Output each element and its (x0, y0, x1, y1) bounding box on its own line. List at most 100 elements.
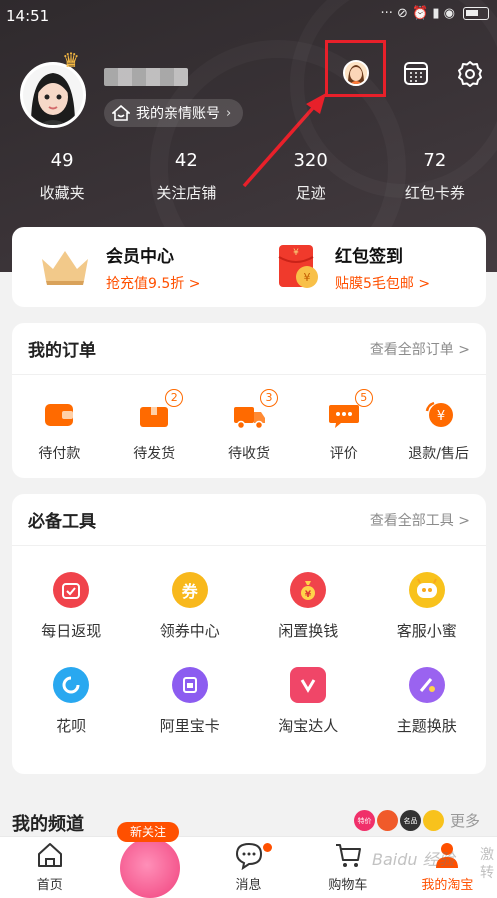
svg-text:¥: ¥ (293, 248, 299, 258)
avatar-face-icon (23, 65, 83, 125)
tool-label: 淘宝达人 (278, 717, 339, 735)
tab-label: 首页 (36, 878, 63, 893)
tool-theme-skin[interactable]: 主题换肤 (368, 667, 487, 736)
tool-huabei[interactable]: 花呗 (12, 667, 131, 736)
tools-card: 必备工具 查看全部工具 > 每日返现 券 领券中心 ¥ 闲置换钱 客服小蜜 花呗… (12, 494, 486, 774)
status-time: 14:51 (6, 7, 50, 25)
signin-title: 红包签到 (335, 246, 403, 267)
tool-label: 主题换肤 (396, 717, 457, 735)
signin-sub: 贴膜5毛包邮 > (335, 275, 431, 292)
message-icon (235, 842, 262, 870)
tool-customer-service[interactable]: 客服小蜜 (368, 572, 487, 641)
channel-badge-sale[interactable]: 特价 (354, 810, 375, 831)
tool-label: 闲置换钱 (278, 622, 339, 640)
member-center-entry[interactable]: 会员中心 抢充值9.5折 > (12, 242, 249, 293)
tool-idle-trade[interactable]: ¥ 闲置换钱 (249, 572, 368, 641)
robot-icon (408, 572, 445, 608)
tool-daily-cashback[interactable]: 每日返现 (12, 572, 131, 641)
stat-value: 49 (50, 150, 74, 171)
order-pending-ship[interactable]: 2 待发货 (107, 389, 202, 463)
badge-count: 3 (259, 389, 278, 407)
account-switch-button[interactable] (338, 55, 374, 91)
crown-icon (42, 251, 88, 285)
stat-footprints[interactable]: 320 足迹 (249, 150, 373, 203)
home-icon (37, 843, 62, 867)
tool-label: 阿里宝卡 (159, 717, 220, 735)
channel-badge-bag-icon[interactable] (423, 810, 444, 831)
order-label: 待收货 (227, 446, 270, 462)
calendar-icon (404, 62, 428, 85)
stat-favorites[interactable]: 49 收藏夹 (0, 150, 124, 203)
order-label: 待发货 (133, 446, 176, 462)
orders-title: 我的订单 (28, 341, 96, 361)
cart-icon (335, 844, 361, 867)
svg-text:¥: ¥ (436, 409, 444, 424)
tab-messages[interactable]: 消息 (199, 837, 298, 898)
tab-label: 消息 (235, 878, 262, 893)
sim-card-icon (171, 667, 208, 703)
tool-taobao-daren[interactable]: 淘宝达人 (249, 667, 368, 736)
tool-label: 客服小蜜 (396, 622, 457, 640)
order-status-row: 待付款 2 待发货 3 待收货 5 评价 ¥ 退款/售后 (12, 375, 486, 463)
account-switch-icon (343, 60, 369, 86)
stats-row: 49 收藏夹 42 关注店铺 320 足迹 72 红包卡券 (0, 150, 497, 203)
order-label: 退款/售后 (408, 446, 469, 462)
order-pending-receive[interactable]: 3 待收货 (202, 389, 297, 463)
tool-label: 每日返现 (41, 622, 102, 640)
order-pending-payment[interactable]: 待付款 (12, 399, 107, 463)
username-redacted (104, 68, 188, 86)
tab-home[interactable]: 首页 (0, 837, 99, 898)
package-icon (140, 407, 169, 427)
annotation-highlight-box (325, 40, 386, 97)
channel-title: 我的频道 (12, 814, 84, 835)
stat-label: 足迹 (295, 184, 326, 202)
channel-badges: 特价 名品 (354, 810, 444, 831)
badge-count: 5 (354, 389, 373, 407)
signin-entry[interactable]: ¥ ¥ 红包签到 贴膜5毛包邮 > (249, 242, 486, 293)
tab-label: 购物车 (328, 878, 368, 893)
huabei-icon (53, 667, 90, 703)
tools-header: 必备工具 查看全部工具 > (12, 494, 486, 546)
badge-count: 2 (165, 389, 184, 407)
stat-label: 关注店铺 (156, 184, 217, 202)
view-all-tools-link[interactable]: 查看全部工具 > (370, 510, 470, 530)
status-icons: ··· ⊘ ⏰ ▮ ◉ (380, 6, 489, 21)
orders-card: 我的订单 查看全部订单 > 待付款 2 待发货 3 待收货 5 评价 ¥ 退款/… (12, 323, 486, 478)
stat-followed-shops[interactable]: 42 关注店铺 (124, 150, 248, 203)
order-review[interactable]: 5 评价 (296, 389, 391, 463)
member-center-title: 会员中心 (106, 246, 174, 267)
tools-title: 必备工具 (28, 512, 96, 532)
stat-coupons[interactable]: 72 红包卡券 (373, 150, 497, 203)
coupon-icon: 券 (171, 572, 208, 608)
svg-text:¥: ¥ (304, 271, 311, 284)
view-all-orders-link[interactable]: 查看全部订单 > (370, 339, 470, 359)
mini-face-icon (345, 62, 367, 84)
comment-icon (328, 405, 359, 428)
tool-grid: 每日返现 券 领券中心 ¥ 闲置换钱 客服小蜜 花呗 阿里宝卡 淘宝达人 主题换… (12, 546, 486, 736)
tool-ali-card[interactable]: 阿里宝卡 (131, 667, 250, 736)
battery-icon (463, 7, 489, 20)
settings-button[interactable] (452, 55, 488, 91)
new-follow-tag[interactable]: 新关注 (117, 822, 179, 842)
family-account-label: 我的亲情账号 (136, 106, 220, 122)
stat-value: 42 (174, 150, 198, 171)
tool-label: 领券中心 (159, 622, 220, 640)
tool-coupon-center[interactable]: 券 领券中心 (131, 572, 250, 641)
wallet-icon (45, 404, 74, 426)
stat-value: 320 (293, 150, 328, 171)
order-refund[interactable]: ¥ 退款/售后 (391, 399, 486, 463)
palette-icon (408, 667, 445, 703)
order-label: 待付款 (38, 446, 81, 462)
live-avatar-redacted[interactable] (120, 838, 180, 898)
channel-badge-shop-icon[interactable] (377, 810, 398, 831)
tool-label: 花呗 (56, 717, 87, 735)
checkmark-v-icon (290, 667, 327, 703)
crown-icon: ♛ (62, 48, 80, 72)
red-envelope-icon: ¥ ¥ (278, 245, 318, 288)
order-label: 评价 (329, 446, 358, 462)
family-account-button[interactable]: 我的亲情账号 › (104, 99, 244, 127)
calendar-button[interactable] (398, 55, 434, 91)
channel-badge-brand[interactable]: 名品 (400, 810, 421, 831)
stat-value: 72 (423, 150, 447, 171)
stat-label: 收藏夹 (39, 184, 85, 202)
